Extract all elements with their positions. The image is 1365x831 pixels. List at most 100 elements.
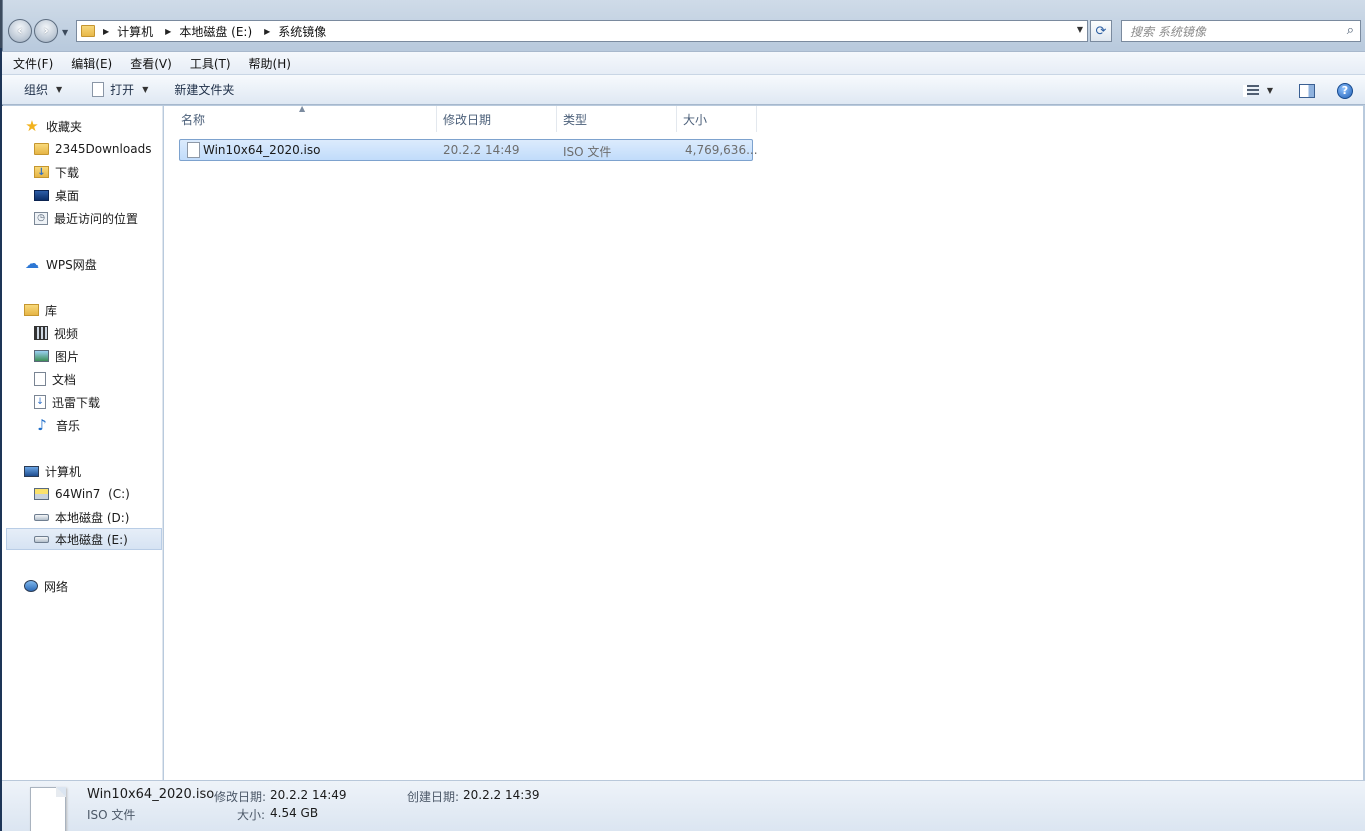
nav-label: 图片	[55, 349, 80, 364]
nav-label: 文档	[52, 372, 77, 387]
details-created-label: 创建日期:	[407, 790, 460, 804]
menu-help[interactable]: 帮助(H)	[246, 53, 294, 74]
new-folder-label: 新建文件夹	[174, 83, 235, 97]
breadcrumb-computer[interactable]: 计算机	[117, 23, 153, 40]
file-name: Win10x64_2020.iso	[203, 143, 321, 157]
nav-item-pictures[interactable]: 图片	[2, 345, 163, 367]
nav-network[interactable]: 网络	[2, 575, 163, 597]
file-size: 4,769,636...	[685, 143, 758, 157]
details-pane: Win10x64_2020.iso ISO 文件 修改日期: 20.2.2 14…	[2, 780, 1365, 831]
column-header-type[interactable]: 类型	[557, 106, 677, 132]
nav-item-music[interactable]: ♪ 音乐	[2, 414, 163, 436]
nav-label: 2345Downloads	[55, 142, 152, 156]
hard-drive-icon	[34, 535, 49, 543]
back-button[interactable]: ‹	[8, 19, 32, 43]
sort-ascending-icon: ▲	[299, 104, 306, 113]
change-view-icon[interactable]	[1242, 84, 1259, 97]
file-type: ISO 文件	[563, 145, 612, 159]
breadcrumb-system-image[interactable]: 系统镜像	[278, 23, 326, 40]
hard-drive-icon	[34, 513, 49, 521]
nav-label: 计算机	[45, 464, 82, 479]
column-label: 类型	[563, 112, 588, 127]
nav-item-videos[interactable]: 视频	[2, 322, 163, 344]
view-options-dropdown-icon[interactable]: ▼	[1267, 86, 1273, 95]
file-icon	[187, 142, 200, 158]
nav-item-recent-places[interactable]: ◷ 最近访问的位置	[2, 207, 163, 229]
nav-wps-cloud[interactable]: ☁ WPS网盘	[2, 253, 163, 275]
table-row[interactable]: Win10x64_2020.iso 20.2.2 14:49 ISO 文件 4,…	[179, 139, 758, 161]
recent-pages-dropdown[interactable]: ▼	[62, 28, 68, 37]
system-drive-icon	[34, 488, 49, 500]
computer-icon	[24, 465, 39, 477]
nav-label: 视频	[54, 326, 79, 341]
chevron-down-icon: ▼	[142, 85, 149, 94]
nav-label: 库	[45, 303, 58, 318]
preview-pane-icon[interactable]	[1299, 83, 1315, 98]
menu-view[interactable]: 查看(V)	[127, 53, 175, 74]
search-input[interactable]: 搜索 系统镜像 ⌕	[1121, 20, 1361, 42]
details-modified-label: 修改日期:	[214, 790, 267, 804]
column-label: 名称	[181, 112, 206, 127]
details-filename: Win10x64_2020.iso	[87, 787, 215, 802]
chevron-right-icon[interactable]: ▶	[264, 27, 270, 36]
details-modified-value: 20.2.2 14:49	[270, 788, 347, 802]
column-header-modified[interactable]: 修改日期	[437, 106, 557, 132]
address-dropdown-icon[interactable]: ▼	[1077, 25, 1083, 34]
cloud-icon: ☁	[25, 256, 39, 272]
details-filetype: ISO 文件	[87, 808, 136, 822]
nav-label: 收藏夹	[46, 119, 83, 134]
nav-item-documents[interactable]: 文档	[2, 368, 163, 390]
forward-button[interactable]: ›	[34, 19, 58, 43]
file-modified: 20.2.2 14:49	[443, 143, 520, 157]
help-icon[interactable]: ?	[1337, 82, 1353, 99]
column-label: 大小	[683, 112, 708, 127]
organize-label: 组织	[24, 83, 49, 97]
details-size-value: 4.54 GB	[270, 806, 319, 820]
breadcrumb-drive-e[interactable]: 本地磁盘 (E:)	[179, 23, 252, 40]
library-icon	[24, 304, 39, 316]
menu-tools[interactable]: 工具(T)	[187, 53, 234, 74]
nav-favorites[interactable]: ★ 收藏夹	[2, 115, 163, 137]
chevron-right-icon[interactable]: ▶	[165, 27, 171, 36]
nav-libraries[interactable]: 库	[2, 299, 163, 321]
recent-places-icon: ◷	[34, 211, 48, 225]
menu-edit[interactable]: 编辑(E)	[68, 53, 115, 74]
nav-item-downloads[interactable]: ↓ 下载	[2, 161, 163, 183]
navigation-pane: ★ 收藏夹 2345Downloads ↓ 下载 桌面 ◷ 最近访问的位置 ☁ …	[2, 106, 163, 780]
view-controls: ▼ ?	[1242, 75, 1365, 106]
nav-item-drive-c[interactable]: 64Win7 (C:)	[2, 483, 163, 505]
nav-item-thunder-downloads[interactable]: ↓ 迅雷下载	[2, 391, 163, 413]
details-created-value: 20.2.2 14:39	[463, 788, 540, 802]
column-header-name[interactable]: ▲ 名称	[164, 104, 437, 132]
open-button[interactable]: 打开 ▼	[92, 81, 148, 98]
nav-item-drive-e[interactable]: 本地磁盘 (E:)	[6, 528, 162, 550]
music-note-icon: ♪	[37, 416, 47, 434]
nav-label: 网络	[44, 579, 69, 594]
document-icon	[34, 372, 46, 386]
chevron-down-icon: ▼	[56, 85, 63, 94]
nav-item-drive-d[interactable]: 本地磁盘 (D:)	[2, 506, 163, 528]
forward-arrow-icon: ›	[43, 23, 49, 39]
nav-item-2345downloads[interactable]: 2345Downloads	[2, 138, 163, 160]
new-folder-button[interactable]: 新建文件夹	[174, 81, 234, 98]
nav-computer[interactable]: 计算机	[2, 460, 163, 482]
desktop-icon	[34, 189, 49, 201]
thunder-download-icon: ↓	[34, 395, 46, 409]
network-icon	[24, 580, 38, 592]
column-header-size[interactable]: 大小	[677, 106, 757, 132]
open-label: 打开	[110, 83, 135, 97]
refresh-button[interactable]: ⟳	[1090, 20, 1112, 42]
search-icon[interactable]: ⌕	[1347, 23, 1354, 38]
downloads-folder-icon: ↓	[34, 166, 49, 178]
refresh-icon: ⟳	[1095, 23, 1107, 39]
menu-file[interactable]: 文件(F)	[10, 53, 56, 74]
address-bar[interactable]: ▶ 计算机 ▶ 本地磁盘 (E:) ▶ 系统镜像 ▼	[76, 20, 1088, 42]
search-placeholder: 搜索 系统镜像	[1130, 24, 1206, 39]
chevron-right-icon[interactable]: ▶	[103, 27, 109, 36]
organize-button[interactable]: 组织 ▼	[24, 81, 62, 98]
nav-label: 本地磁盘 (D:)	[55, 510, 130, 525]
star-icon: ★	[25, 117, 39, 135]
nav-label: 桌面	[55, 188, 80, 203]
nav-label: 最近访问的位置	[54, 211, 139, 226]
nav-item-desktop[interactable]: 桌面	[2, 184, 163, 206]
